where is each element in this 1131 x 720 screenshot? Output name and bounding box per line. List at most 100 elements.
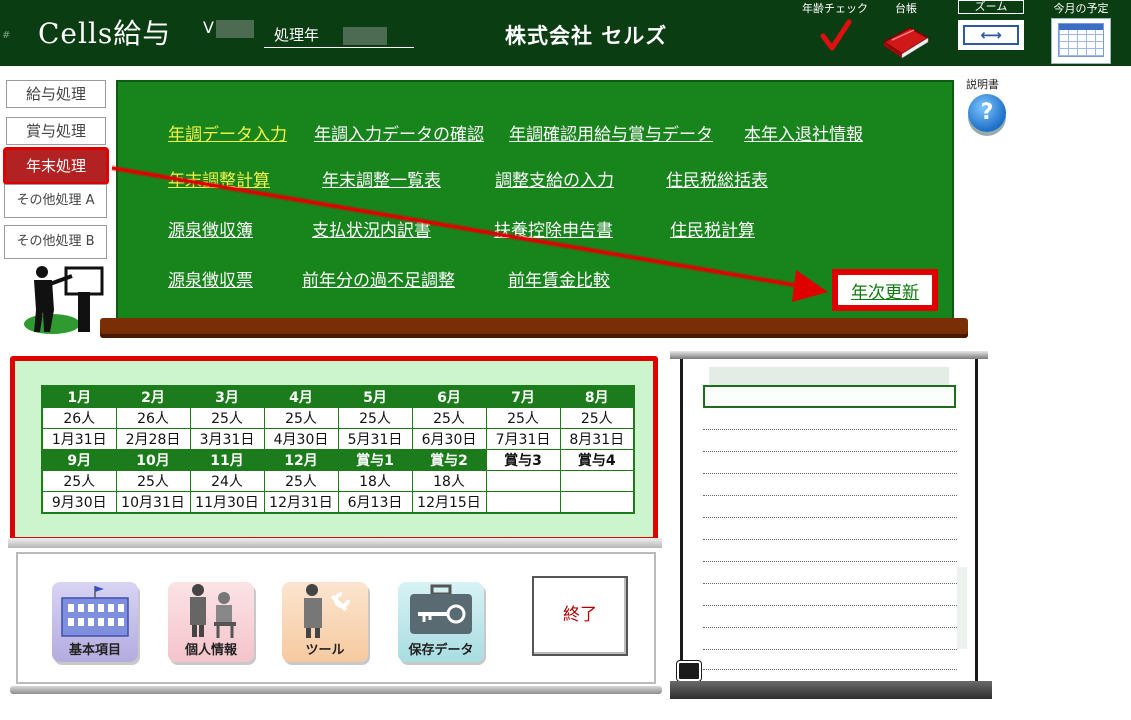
month-header[interactable]: 12月 bbox=[263, 449, 339, 471]
monthly-schedule-button[interactable]: 今月の予定 bbox=[1046, 0, 1116, 64]
memo-line[interactable] bbox=[703, 649, 957, 650]
notepad-roll-handle bbox=[677, 661, 701, 681]
notepad-bottom-bar bbox=[670, 681, 992, 699]
app-title: Cells給与 bbox=[38, 17, 172, 50]
company-name: 株式会社 セルズ bbox=[505, 24, 668, 48]
joiners-leavers-info-link[interactable]: 本年入退社情報 bbox=[744, 120, 863, 145]
resident-tax-summary-link[interactable]: 住民税総括表 bbox=[666, 166, 768, 191]
year-end-calculation-link[interactable]: 年末調整計算 bbox=[168, 166, 270, 191]
personal-info-button[interactable]: 個人情報 bbox=[168, 582, 254, 662]
sidebar-item-bonus[interactable]: 賞与処理 bbox=[6, 117, 106, 145]
month-header[interactable]: 5月 bbox=[337, 385, 413, 408]
toolbox-icon bbox=[304, 584, 350, 638]
payday-cell bbox=[559, 491, 635, 514]
payday-cell: 12月15日 bbox=[411, 491, 487, 514]
personal-info-label: 個人情報 bbox=[184, 643, 237, 658]
payday-cell: 3月31日 bbox=[189, 428, 265, 450]
saved-data-button[interactable]: 保存データ bbox=[398, 582, 484, 662]
bonus-header[interactable]: 賞与4 bbox=[559, 449, 635, 471]
month-header[interactable]: 11月 bbox=[189, 449, 265, 471]
age-check-button[interactable]: 年齢チェック bbox=[800, 0, 870, 57]
processing-year-field[interactable]: 処理年 bbox=[264, 24, 414, 48]
title-bar: # Cells給与 V 処理年 株式会社 セルズ 年齢チェック 台帳 ズーム ⟷… bbox=[0, 0, 1131, 66]
people-icon bbox=[190, 584, 236, 638]
year-end-salary-bonus-data-link[interactable]: 年調確認用給与賞与データ bbox=[509, 120, 713, 145]
year-end-summary-list-link[interactable]: 年末調整一覧表 bbox=[322, 166, 441, 191]
payday-cell: 10月31日 bbox=[115, 491, 191, 514]
saved-data-label: 保存データ bbox=[408, 643, 474, 658]
month-header[interactable]: 3月 bbox=[189, 385, 265, 408]
sidebar-item-other-b[interactable]: その他処理 B bbox=[4, 225, 107, 259]
payday-cell: 9月30日 bbox=[41, 491, 117, 514]
memo-line[interactable] bbox=[703, 495, 957, 496]
memo-scrollbar[interactable] bbox=[957, 567, 967, 649]
year-redacted bbox=[343, 26, 388, 45]
memo-line[interactable] bbox=[703, 517, 957, 518]
payment-breakdown-link[interactable]: 支払状況内訳書 bbox=[312, 216, 431, 241]
tools-label: ツール bbox=[305, 643, 345, 658]
zoom-button[interactable]: ズーム ⟷ bbox=[950, 0, 1032, 50]
headcount-cell: 26人 bbox=[41, 407, 117, 429]
month-header[interactable]: 4月 bbox=[263, 385, 339, 408]
bonus-header[interactable]: 賞与3 bbox=[485, 449, 561, 471]
headcount-cell: 25人 bbox=[337, 407, 413, 429]
payday-cell: 2月28日 bbox=[115, 428, 191, 450]
headcount-cell: 25人 bbox=[41, 470, 117, 492]
memo-line[interactable] bbox=[703, 451, 957, 452]
memo-input[interactable] bbox=[703, 385, 956, 408]
ledger-button[interactable]: 台帳 bbox=[878, 0, 934, 61]
bonus-header[interactable]: 賞与2 bbox=[411, 449, 487, 471]
month-header[interactable]: 10月 bbox=[115, 449, 191, 471]
memo-line[interactable] bbox=[703, 539, 957, 540]
withholding-ledger-link[interactable]: 源泉徴収簿 bbox=[168, 216, 253, 241]
version-redacted bbox=[215, 19, 254, 38]
month-header[interactable]: 8月 bbox=[559, 385, 635, 408]
memo-line[interactable] bbox=[703, 429, 957, 430]
tools-button[interactable]: ツール bbox=[282, 582, 368, 662]
memo-line[interactable] bbox=[703, 669, 957, 670]
year-end-menu-board: 年調データ入力 年調入力データの確認 年調確認用給与賞与データ 本年入退社情報 … bbox=[116, 80, 954, 320]
memo-line[interactable] bbox=[703, 605, 957, 606]
calendar-icon bbox=[1051, 18, 1111, 64]
prior-year-wage-comparison-link[interactable]: 前年賃金比較 bbox=[508, 266, 610, 291]
month-header[interactable]: 2月 bbox=[115, 385, 191, 408]
month-header[interactable]: 9月 bbox=[41, 449, 117, 471]
headcount-cell: 25人 bbox=[263, 470, 339, 492]
annual-update-link[interactable]: 年次更新 bbox=[843, 275, 927, 305]
memo-line[interactable] bbox=[703, 561, 957, 562]
manual-label: 説明書 bbox=[966, 78, 999, 91]
headcount-cell: 25人 bbox=[115, 470, 191, 492]
dependent-deduction-form-link[interactable]: 扶養控除申告書 bbox=[494, 216, 613, 241]
main-buttons-panel: 基本項目 個人情報 ツール 保存データ 終了 bbox=[16, 552, 656, 684]
resident-tax-calculation-link[interactable]: 住民税計算 bbox=[670, 216, 755, 241]
checkmark-icon bbox=[820, 19, 852, 51]
headcount-cell: 18人 bbox=[337, 470, 413, 492]
monthly-calendar-panel: 1月 2月 3月 4月 5月 6月 7月 8月 26人 26人 25人 25人 … bbox=[10, 356, 658, 542]
headcount-cell: 24人 bbox=[189, 470, 265, 492]
prior-year-adjustment-link[interactable]: 前年分の過不足調整 bbox=[302, 266, 455, 291]
withholding-slip-link[interactable]: 源泉徴収票 bbox=[168, 266, 253, 291]
month-header[interactable]: 6月 bbox=[411, 385, 487, 408]
memo-line[interactable] bbox=[703, 473, 957, 474]
adjustment-payment-input-link[interactable]: 調整支給の入力 bbox=[495, 166, 614, 191]
memo-line[interactable] bbox=[703, 627, 957, 628]
help-icon[interactable]: ? bbox=[968, 94, 1006, 132]
headcount-cell: 25人 bbox=[189, 407, 265, 429]
bonus-header[interactable]: 賞与1 bbox=[337, 449, 413, 471]
month-header[interactable]: 1月 bbox=[41, 385, 117, 408]
key-briefcase-icon bbox=[410, 584, 472, 634]
buttons-ledge bbox=[10, 686, 662, 694]
sidebar-item-payroll[interactable]: 給与処理 bbox=[6, 80, 106, 108]
sidebar-item-other-a[interactable]: その他処理 A bbox=[4, 184, 107, 218]
payday-cell: 6月30日 bbox=[411, 428, 487, 450]
year-end-data-entry-link[interactable]: 年調データ入力 bbox=[168, 120, 287, 145]
headcount-cell bbox=[559, 470, 635, 492]
basic-settings-button[interactable]: 基本項目 bbox=[52, 582, 138, 662]
exit-button[interactable]: 終了 bbox=[532, 576, 628, 656]
notepad-top-bar bbox=[670, 351, 988, 359]
memo-line[interactable] bbox=[703, 583, 957, 584]
sidebar-item-year-end[interactable]: 年末処理 bbox=[3, 147, 109, 185]
month-header[interactable]: 7月 bbox=[485, 385, 561, 408]
year-end-input-check-link[interactable]: 年調入力データの確認 bbox=[314, 120, 484, 145]
payday-cell: 4月30日 bbox=[263, 428, 339, 450]
